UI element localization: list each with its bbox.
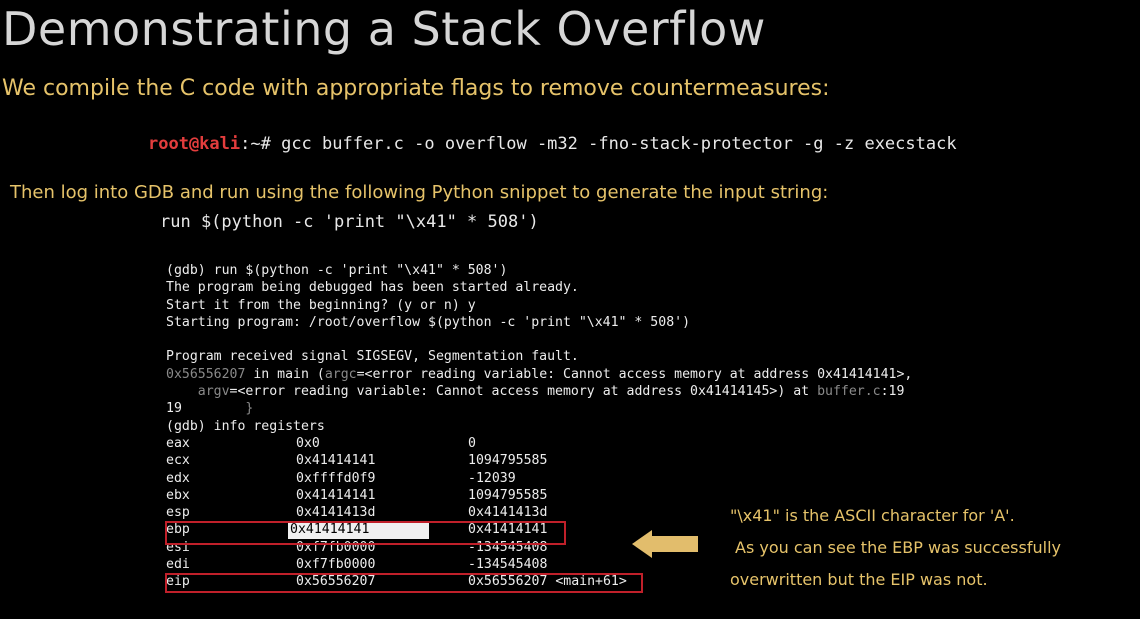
register-name: ecx xyxy=(166,453,190,469)
register-value: -134545408 xyxy=(468,557,548,573)
frame-lineno: :19 xyxy=(880,384,905,400)
frame-indent xyxy=(166,384,198,399)
gdb-frame-line-2: argv=<error reading variable: Cannot acc… xyxy=(166,383,912,400)
register-hex: 0x41414141 xyxy=(296,487,376,503)
gdb-signal-line: Program received signal SIGSEGV, Segment… xyxy=(166,349,579,365)
python-snippet: run $(python -c 'print "\x41" * 508') xyxy=(160,212,539,232)
prompt-user: root@kali xyxy=(148,134,241,154)
register-row-ecx: ecx 0x41414141 1094795585 xyxy=(166,452,912,469)
source-code: } xyxy=(181,401,254,417)
left-arrow-icon xyxy=(632,530,698,558)
gdb-line: (gdb) run $(python -c 'print "\x41" * 50… xyxy=(166,263,508,278)
explanation-note: "\x41" is the ASCII character for 'A'. A… xyxy=(730,500,1061,596)
gdb-line: Start it from the beginning? (y or n) y xyxy=(166,297,476,313)
register-hex: 0xffffd0f9 xyxy=(296,470,376,486)
slide-subtitle: We compile the C code with appropriate f… xyxy=(2,76,830,101)
gdb-intro-text: Then log into GDB and run using the foll… xyxy=(10,182,829,203)
register-name: eax xyxy=(166,435,190,451)
note-line-2: As you can see the EBP was successfully xyxy=(735,538,1061,557)
frame-argv-error: =<error reading variable: Cannot access … xyxy=(229,384,818,400)
register-name: edx xyxy=(166,470,190,486)
compile-command-text: gcc buffer.c -o overflow -m32 -fno-stack… xyxy=(281,134,957,154)
register-row-eax: eax 0x0 0 xyxy=(166,435,912,452)
compile-command: root@kali:~# gcc buffer.c -o overflow -m… xyxy=(148,134,957,154)
gdb-frame-line-1: 0x56556207 in main (argc=<error reading … xyxy=(166,366,912,383)
frame-address: 0x56556207 xyxy=(166,366,246,382)
source-lineno: 19 xyxy=(166,401,182,417)
register-hex: 0x0 xyxy=(296,435,320,451)
note-line-3: overwritten but the EIP was not. xyxy=(730,570,988,589)
frame-argc-error: =<error reading variable: Cannot access … xyxy=(356,366,913,382)
register-name: ebx xyxy=(166,487,190,503)
register-hex: 0x4141413d xyxy=(296,505,376,521)
gdb-info-registers-cmd: (gdb) info registers xyxy=(166,418,325,434)
register-row-edx: edx 0xffffd0f9 -12039 xyxy=(166,470,912,487)
register-value: 1094795585 xyxy=(468,453,548,469)
register-value: 1094795585 xyxy=(468,487,548,503)
register-name: esp xyxy=(166,505,190,521)
gdb-line: Starting program: /root/overflow $(pytho… xyxy=(166,314,691,330)
gdb-line: The program being debugged has been star… xyxy=(166,280,579,296)
register-value: 0 xyxy=(468,435,476,451)
register-hex: 0xf7fb0000 xyxy=(296,557,376,573)
gdb-source-line: 19 } xyxy=(166,400,912,417)
register-name: edi xyxy=(166,557,190,573)
prompt-path: :~# xyxy=(240,134,282,154)
register-hex: 0x41414141 xyxy=(296,453,376,469)
note-line-1: "\x41" is the ASCII character for 'A'. xyxy=(730,506,1015,525)
frame-argc: argc xyxy=(324,366,357,382)
frame-in-main: in main ( xyxy=(245,366,325,382)
eip-highlight-box xyxy=(165,573,643,593)
frame-file: buffer.c xyxy=(817,384,881,400)
frame-argv: argv xyxy=(197,384,230,400)
register-value: -12039 xyxy=(468,470,516,486)
ebp-highlight-box xyxy=(165,521,566,545)
slide-title: Demonstrating a Stack Overflow xyxy=(2,2,766,56)
register-value: 0x4141413d xyxy=(468,505,548,521)
gdb-blank-line xyxy=(166,331,912,348)
